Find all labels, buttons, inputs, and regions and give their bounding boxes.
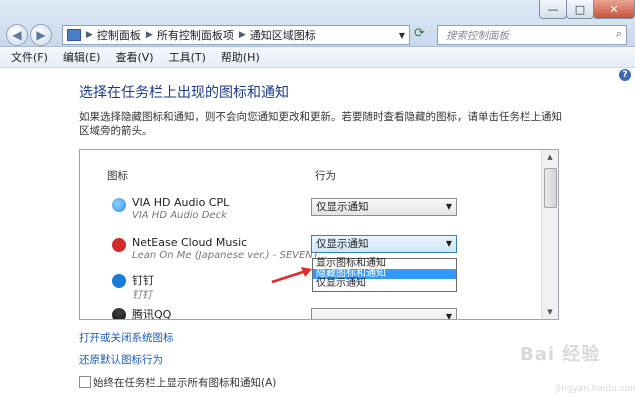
behavior-value: 仅显示通知: [316, 238, 369, 250]
watermark-url: jingyan.baidu.com: [556, 384, 635, 394]
dropdown-option-notify-only[interactable]: 仅显示通知: [313, 279, 456, 289]
address-dropdown-icon[interactable]: ▼: [399, 31, 405, 40]
always-show-checkbox[interactable]: [79, 376, 91, 388]
forward-button[interactable]: ▶: [30, 24, 52, 46]
behavior-select[interactable]: 仅显示通知 ▼: [311, 235, 457, 253]
qq-penguin-icon: [112, 308, 126, 319]
control-panel-icon: [67, 29, 81, 41]
behavior-select[interactable]: ▼: [311, 308, 457, 320]
item-subtitle: 钉钉: [132, 290, 152, 301]
chevron-down-icon: ▼: [445, 202, 452, 211]
scrollbar-thumb[interactable]: [544, 168, 557, 208]
address-bar[interactable]: ▶ 控制面板 ▶ 所有控制面板项 ▶ 通知区域图标 ▼: [62, 25, 410, 45]
item-name: 腾讯QQ: [132, 308, 172, 320]
menu-edit[interactable]: 编辑(E): [63, 49, 101, 65]
minimize-button[interactable]: —: [539, 0, 567, 19]
via-audio-icon: [112, 198, 126, 212]
breadcrumb-all-items[interactable]: 所有控制面板项: [157, 27, 234, 43]
dingtalk-icon: [112, 274, 126, 288]
behavior-select[interactable]: 仅显示通知 ▼: [311, 198, 457, 216]
breadcrumb-separator-icon: ▶: [145, 30, 153, 40]
menu-file[interactable]: 文件(F): [11, 49, 48, 65]
menu-help[interactable]: 帮助(H): [221, 49, 260, 65]
netease-music-icon: [112, 238, 126, 252]
title-bar: — □ ✕ ◀ ▶ ▶ 控制面板 ▶ 所有控制面板项 ▶ 通知区域图标 ▼ ⟳ …: [0, 0, 635, 47]
menu-view[interactable]: 查看(V): [115, 49, 153, 65]
scroll-down-icon[interactable]: ▼: [542, 305, 558, 319]
chevron-down-icon: ▼: [445, 312, 452, 320]
help-icon[interactable]: ?: [619, 69, 631, 81]
link-system-icons[interactable]: 打开或关闭系统图标: [79, 330, 174, 345]
link-restore-defaults[interactable]: 还原默认图标行为: [79, 352, 163, 367]
search-box[interactable]: 搜索控制面板 ⌕: [437, 25, 627, 45]
item-subtitle: Lean On Me (Japanese ver.) - SEVENT...: [132, 250, 328, 261]
menu-tools[interactable]: 工具(T): [169, 49, 206, 65]
refresh-icon[interactable]: ⟳: [414, 26, 425, 41]
back-arrow-icon: ◀: [12, 28, 22, 42]
search-input[interactable]: 搜索控制面板: [446, 28, 509, 43]
column-header-icon: 图标: [107, 170, 128, 182]
list-item: 腾讯QQ ▼: [80, 302, 540, 320]
list-item: NetEase Cloud Music Lean On Me (Japanese…: [80, 232, 540, 266]
breadcrumb-separator-icon: ▶: [238, 30, 246, 40]
behavior-value: 仅显示通知: [316, 201, 369, 213]
icon-list-panel: 图标 行为 VIA HD Audio CPL VIA HD Audio Deck…: [79, 149, 559, 320]
close-button[interactable]: ✕: [593, 0, 635, 19]
baidu-watermark-logo: Bai 经验: [520, 344, 601, 365]
item-name: NetEase Cloud Music: [132, 236, 248, 249]
item-name: VIA HD Audio CPL: [132, 196, 230, 209]
maximize-button[interactable]: □: [566, 0, 594, 19]
list-item: VIA HD Audio CPL VIA HD Audio Deck 仅显示通知…: [80, 192, 540, 226]
column-header-behavior: 行为: [315, 170, 336, 182]
item-subtitle: VIA HD Audio Deck: [132, 210, 227, 221]
scroll-up-icon[interactable]: ▲: [542, 150, 558, 164]
search-icon[interactable]: ⌕: [616, 27, 622, 41]
chevron-down-icon: ▼: [445, 239, 452, 248]
page-description: 如果选择隐藏图标和通知，则不会向您通知更改和更新。若要随时查看隐藏的图标，请单击…: [79, 111, 562, 137]
always-show-label: 始终在任务栏上显示所有图标和通知(A): [93, 377, 277, 389]
red-arrow-annotation: [271, 267, 312, 284]
breadcrumb-notification-icons[interactable]: 通知区域图标: [250, 27, 316, 43]
back-button[interactable]: ◀: [6, 24, 28, 46]
breadcrumb-separator-icon: ▶: [86, 30, 93, 40]
menu-bar: 文件(F) 编辑(E) 查看(V) 工具(T) 帮助(H): [0, 47, 635, 68]
page-title: 选择在任务栏上出现的图标和通知: [79, 85, 289, 101]
behavior-dropdown-list[interactable]: 显示图标和通知 隐藏图标和通知 仅显示通知: [312, 258, 457, 292]
vertical-scrollbar[interactable]: ▲ ▼: [541, 150, 558, 319]
forward-arrow-icon: ▶: [36, 28, 46, 42]
breadcrumb-control-panel[interactable]: 控制面板: [97, 27, 141, 43]
control-panel-window: — □ ✕ ◀ ▶ ▶ 控制面板 ▶ 所有控制面板项 ▶ 通知区域图标 ▼ ⟳ …: [0, 0, 635, 408]
